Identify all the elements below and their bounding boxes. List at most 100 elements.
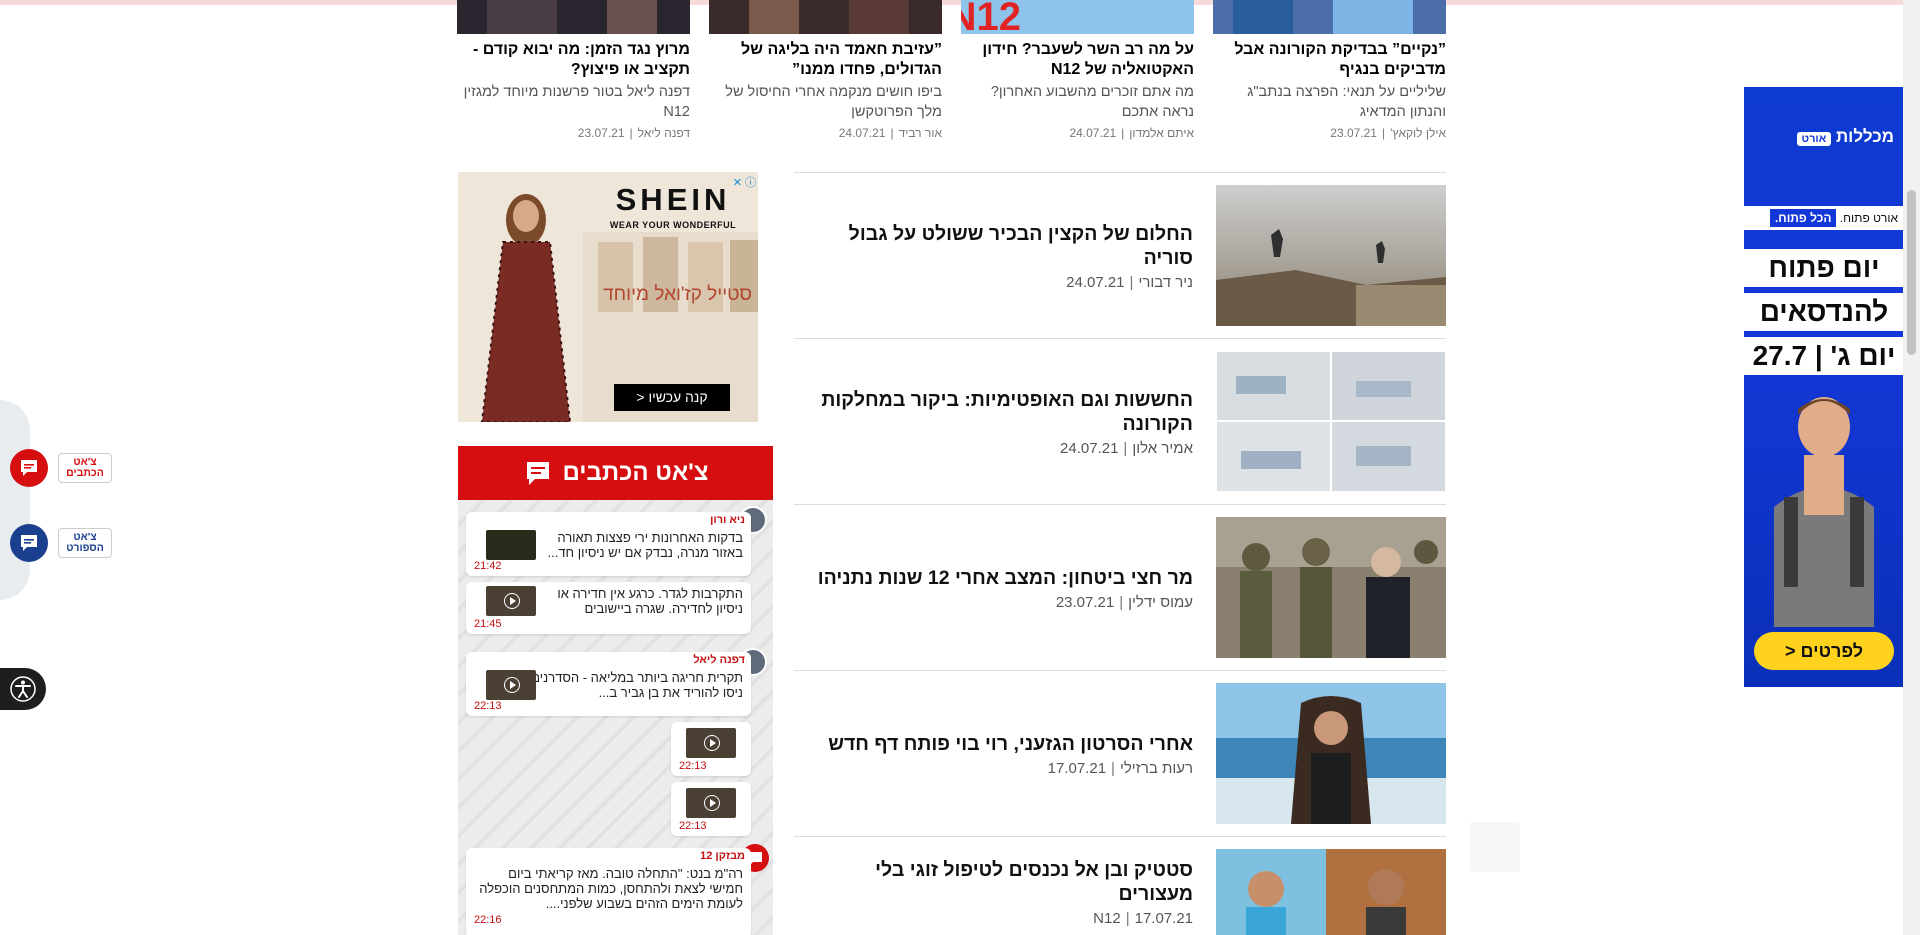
main-article-item[interactable]: החלום של הקצין הבכיר ששולט על גבול סוריה… — [794, 172, 1446, 338]
article-title[interactable]: ”עזיבת חאמד היה בליגה של הגדולים, פחדו מ… — [709, 40, 942, 80]
ad-cta-button[interactable]: קנה עכשיו < — [614, 384, 730, 411]
message-time: 22:13 — [679, 820, 707, 832]
accessibility-icon — [10, 676, 36, 702]
play-icon — [704, 735, 720, 751]
article-title[interactable]: מר חצי ביטחון: המצב אחרי 12 שנות נתניהו — [813, 566, 1193, 590]
chat-message[interactable]: התקרבות לגדר. כרגע אין חדירה או ניסיון ל… — [466, 582, 751, 634]
message-video[interactable] — [486, 586, 536, 616]
main-article-item[interactable]: סטטיק ובן אל נכנסים לטיפול זוגי בלי מעצו… — [794, 836, 1446, 935]
article-subtitle: דפנה ליאל בטור פרשנות מיוחד למגזין N12 — [463, 84, 690, 120]
article-meta: אמיר אלון|24.07.21 — [1060, 439, 1193, 457]
article-text: החששות וגם האופטימיות: ביקור במחלקות הקו… — [813, 339, 1193, 505]
reporters-chat-float-label[interactable]: צ'אט הכתבים — [58, 453, 112, 483]
article-thumbnail[interactable] — [1216, 185, 1446, 326]
article-thumbnail[interactable] — [1216, 683, 1446, 824]
ad-brand-logo: SHEIN — [615, 182, 731, 217]
message-image[interactable] — [486, 530, 536, 560]
shein-ad-banner[interactable]: ⓘ ✕ SHEIN WEAR YOUR WONDERFUL סטייל קז'ו… — [458, 172, 758, 422]
message-video[interactable] — [686, 728, 736, 758]
message-text: בדקות האחרונות ירי פצצות תאורה באזור מנר… — [547, 530, 743, 560]
article-text: סטטיק ובן אל נכנסים לטיפול זוגי בלי מעצו… — [813, 837, 1193, 935]
message-time: 21:42 — [474, 560, 502, 572]
article-date: 17.07.21 — [1047, 759, 1107, 777]
chat-bubble-icon — [21, 535, 37, 551]
message-author: ניא ורון — [710, 514, 745, 526]
article-date: 17.07.21 — [1134, 909, 1193, 927]
ad-strip-text: אורט פתוח. — [1839, 211, 1898, 225]
message-time: 21:45 — [474, 618, 502, 630]
message-text: התקרבות לגדר. כרגע אין חדירה או ניסיון ל… — [557, 586, 743, 616]
article-meta: ניר דבורי|24.07.21 — [1066, 273, 1193, 291]
main-article-item[interactable]: אחרי הסרטון הגזעני, רוי בוי פותח דף חדש … — [794, 670, 1446, 836]
svg-text:N12: N12 — [961, 0, 1021, 34]
play-icon — [504, 677, 520, 693]
chat-message[interactable]: מבזקן 12 רה"מ בנט: "התחלה טובה. מאז קריא… — [466, 848, 751, 935]
sport-chat-float-label[interactable]: צ'אט הספורט — [58, 528, 112, 558]
scrollbar-thumb[interactable] — [1907, 190, 1916, 355]
article-title[interactable]: אחרי הסרטון הגזעני, רוי בוי פותח דף חדש — [813, 732, 1193, 756]
top-article-card[interactable]: N12 על מה רב השר לשעבר? חידון האקטואליה … — [961, 0, 1194, 140]
article-subtitle: ביפו חושים מנקמה אחרי החיסול של מלך הפרו… — [725, 84, 942, 120]
ad-line-1: יום פתוח — [1744, 249, 1904, 287]
main-article-item[interactable]: החששות וגם האופטימיות: ביקור במחלקות הקו… — [794, 338, 1446, 504]
article-thumbnail[interactable] — [1213, 0, 1446, 34]
top-article-card[interactable]: ”נקיים” בבדיקת הקורונה אבל מדביקים בנגיף… — [1213, 0, 1446, 140]
article-meta: אילן לוקאץ'|23.07.21 — [1330, 126, 1446, 140]
article-thumbnail[interactable] — [1216, 849, 1446, 935]
ad-cta-button[interactable]: לפרטים < — [1754, 632, 1894, 670]
article-subtitle: שליליים על תנאי: הפרצה בנתב"ג והנתון המד… — [1247, 84, 1446, 120]
ad-line-3: יום ג' | 27.7 — [1744, 337, 1904, 375]
chat-header[interactable]: צ'אט הכתבים — [458, 446, 773, 500]
chat-message[interactable]: 22:13 — [671, 722, 751, 776]
top-article-card[interactable]: ”עזיבת חאמד היה בליגה של הגדולים, פחדו מ… — [709, 0, 942, 140]
chat-message[interactable]: ניא ורון בדקות האחרונות ירי פצצות תאורה … — [466, 512, 751, 576]
message-time: 22:13 — [679, 760, 707, 772]
back-to-top-button[interactable] — [1470, 822, 1520, 872]
top-article-card[interactable]: מרוץ נגד הזמן: מה יבוא קודם - תקציב או פ… — [457, 0, 690, 140]
article-thumbnail[interactable] — [457, 0, 690, 34]
article-meta: איתם אלמדון|24.07.21 — [1069, 126, 1194, 140]
article-text: מר חצי ביטחון: המצב אחרי 12 שנות נתניהו … — [813, 505, 1193, 671]
reporters-chat-float-button[interactable] — [10, 449, 48, 487]
message-video[interactable] — [486, 670, 536, 700]
page-scrollbar[interactable] — [1903, 0, 1920, 935]
article-thumbnail[interactable] — [1216, 517, 1446, 658]
chat-message[interactable]: 22:13 — [671, 782, 751, 836]
ad-strip-highlight: הכל פתוח. — [1769, 209, 1837, 227]
article-subtitle: מה אתם זוכרים מהשבוע האחרון? נראה אתכם — [990, 84, 1194, 120]
ad-line-2: להנדסאים — [1744, 293, 1904, 331]
reporters-chat-widget[interactable]: צ'אט הכתבים ניא ורון בדקות האחרונות ירי … — [458, 446, 773, 935]
article-meta: דפנה ליאל|23.07.21 — [577, 126, 690, 140]
article-author: דפנה ליאל — [637, 126, 690, 140]
chat-messages-area[interactable]: ניא ורון בדקות האחרונות ירי פצצות תאורה … — [458, 500, 773, 935]
message-text: רה"מ בנט: "התחלה טובה. מאז קריאתי ביום ח… — [479, 866, 743, 911]
ad-brand-badge: אורט — [1796, 132, 1832, 146]
article-title[interactable]: ”נקיים” בבדיקת הקורונה אבל מדביקים בנגיף — [1213, 40, 1446, 80]
accessibility-button[interactable] — [0, 668, 46, 710]
article-text: החלום של הקצין הבכיר ששולט על גבול סוריה… — [813, 173, 1193, 339]
message-author: דפנה ליאל — [693, 654, 745, 666]
main-article-list: החלום של הקצין הבכיר ששולט על גבול סוריה… — [794, 172, 1446, 935]
chat-bubble-icon — [21, 460, 37, 476]
article-title[interactable]: החלום של הקצין הבכיר ששולט על גבול סוריה — [813, 222, 1193, 270]
message-time: 22:13 — [474, 700, 502, 712]
main-article-item[interactable]: מר חצי ביטחון: המצב אחרי 12 שנות נתניהו … — [794, 504, 1446, 670]
article-title[interactable]: מרוץ נגד הזמן: מה יבוא קודם - תקציב או פ… — [457, 40, 690, 80]
ad-strip: אורט פתוח. הכל פתוח. — [1744, 206, 1904, 230]
chat-message[interactable]: דפנה ליאל תקרית חריגה ביותר במליאה - הסד… — [466, 652, 751, 716]
article-title[interactable]: על מה רב השר לשעבר? חידון האקטואליה של N… — [961, 40, 1194, 80]
article-title[interactable]: סטטיק ובן אל נכנסים לטיפול זוגי בלי מעצו… — [813, 858, 1193, 906]
article-date: 24.07.21 — [1060, 439, 1119, 457]
article-date: 24.07.21 — [838, 126, 886, 140]
ad-brand-logo: מכללות אורט — [1754, 127, 1894, 147]
sport-chat-float-button[interactable] — [10, 524, 48, 562]
article-thumbnail[interactable] — [1216, 351, 1446, 492]
message-video[interactable] — [686, 788, 736, 818]
article-thumbnail[interactable] — [709, 0, 942, 34]
article-title[interactable]: החששות וגם האופטימיות: ביקור במחלקות הקו… — [813, 388, 1193, 436]
ort-ad-banner[interactable]: מכללות אורט אורט פתוח. הכל פתוח. יום פתו… — [1744, 87, 1904, 687]
ad-brand-name: מכללות — [1835, 127, 1894, 146]
article-thumbnail[interactable]: N12 — [961, 0, 1194, 34]
article-date: 24.07.21 — [1066, 273, 1125, 291]
article-date: 23.07.21 — [1330, 126, 1377, 140]
